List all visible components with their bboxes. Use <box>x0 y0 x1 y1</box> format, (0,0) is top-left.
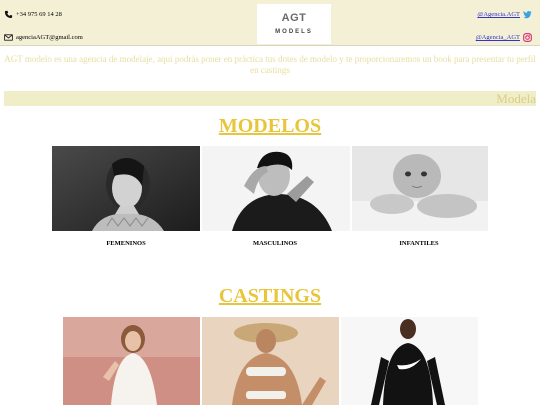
phone-icon <box>4 10 13 19</box>
modelos-title[interactable]: MODELOS <box>0 115 540 138</box>
instagram-link[interactable]: @Agencia_AGT <box>476 33 532 42</box>
infantiles-photo[interactable] <box>352 146 488 231</box>
masculinos-photo[interactable] <box>202 146 350 231</box>
logo-subtitle: MODELS <box>275 29 313 35</box>
marquee-text: Modela <box>496 91 536 106</box>
phone-number: +34 975 69 14 28 <box>16 11 62 18</box>
femeninos-label[interactable]: FEMENINOS <box>56 240 196 247</box>
intro-text: AGT modelo es una agencia de modelaje, a… <box>4 54 536 75</box>
email-contact: agenciaAGT@gmail.com <box>4 33 83 42</box>
marquee-banner: Modela <box>4 91 536 106</box>
castings-title[interactable]: CASTINGS <box>0 285 540 308</box>
femeninos-photo[interactable] <box>52 146 200 231</box>
casting-photo-2[interactable] <box>202 317 339 405</box>
casting-photo-1[interactable] <box>63 317 200 405</box>
twitter-icon[interactable] <box>523 10 532 19</box>
instagram-icon[interactable] <box>523 33 532 42</box>
casting-photo-3[interactable] <box>341 317 478 405</box>
top-bar: +34 975 69 14 28 agenciaAGT@gmail.com AG… <box>0 0 540 46</box>
twitter-handle[interactable]: @Agencia.AGT <box>477 11 520 18</box>
phone-contact: +34 975 69 14 28 <box>4 10 62 19</box>
infantiles-label[interactable]: INFANTILES <box>349 240 489 247</box>
instagram-handle[interactable]: @Agencia_AGT <box>476 34 520 41</box>
email-address: agenciaAGT@gmail.com <box>16 34 83 41</box>
agt-logo[interactable]: AGT MODELS <box>257 4 331 44</box>
twitter-link[interactable]: @Agencia.AGT <box>477 10 532 19</box>
logo-title: AGT <box>281 12 307 24</box>
masculinos-label[interactable]: MASCULINOS <box>205 240 345 247</box>
mail-icon <box>4 34 13 41</box>
